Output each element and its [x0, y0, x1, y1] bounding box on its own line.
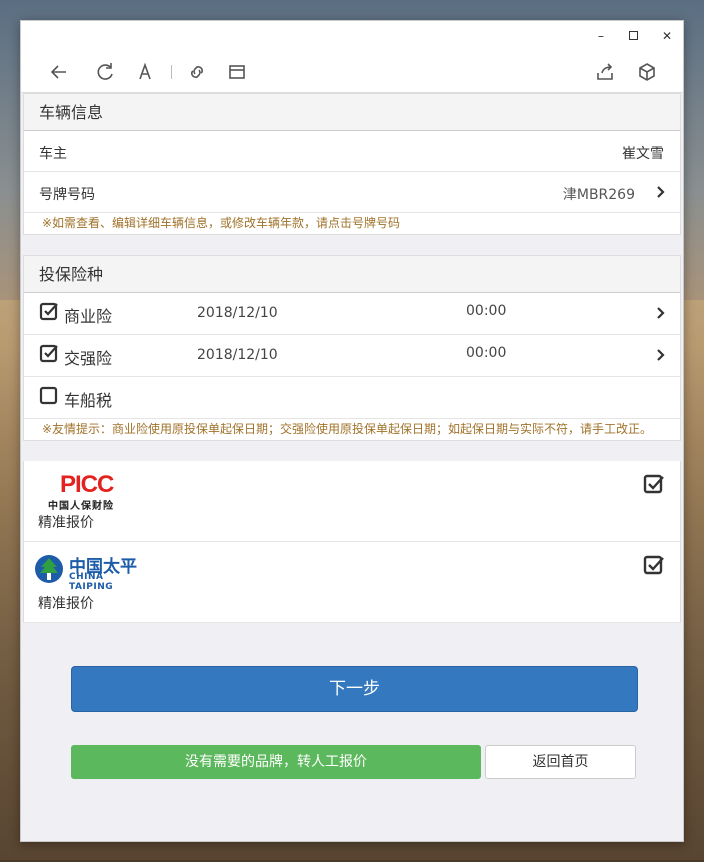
page-content: 车辆信息 车主 崔文雪 号牌号码 津MBR269 ※如需查看、编辑详细车辆信息，…	[23, 93, 681, 841]
company-row-picc[interactable]: PICC 中国人保财险 精准报价	[23, 461, 681, 542]
plate-value[interactable]: 津MBR269	[563, 184, 635, 204]
plate-row[interactable]: 号牌号码 津MBR269	[23, 172, 681, 213]
insurance-name: 商业险	[64, 307, 113, 326]
quote-type-label: 精准报价	[38, 596, 94, 612]
maximize-icon	[628, 31, 638, 40]
minimize-button[interactable]: –	[591, 26, 611, 46]
checkbox-unchecked-icon[interactable]	[39, 385, 59, 405]
insurance-name: 车船税	[64, 391, 113, 410]
browser-toolbar	[21, 51, 683, 93]
checkbox-checked-icon[interactable]	[643, 473, 665, 495]
vehicle-hint: ※如需查看、编辑详细车辆信息，或修改车辆年款，请点击号牌号码	[23, 213, 681, 235]
company-row-taiping[interactable]: 中国太平 CHINA TAIPING 精准报价	[23, 542, 681, 623]
window-icon[interactable]	[225, 60, 249, 84]
owner-value: 崔文雪	[622, 146, 664, 162]
refresh-icon[interactable]	[93, 60, 117, 84]
share-icon[interactable]	[593, 60, 617, 84]
start-date[interactable]: 2018/12/10	[197, 347, 278, 363]
start-time[interactable]: 00:00	[466, 345, 506, 361]
start-time[interactable]: 00:00	[466, 303, 506, 319]
china-taiping-logo: 中国太平 CHINA TAIPING	[34, 552, 144, 592]
insurance-row-commercial[interactable]: 商业险 2018/12/10 00:00	[23, 293, 681, 335]
insurance-name: 交强险	[64, 349, 113, 368]
vehicle-section-title: 车辆信息	[23, 93, 681, 131]
picc-logo: PICC 中国人保财险	[48, 471, 114, 512]
close-button[interactable]: ✕	[657, 26, 677, 46]
chevron-right-icon[interactable]	[654, 185, 668, 199]
insurance-row-compulsory[interactable]: 交强险 2018/12/10 00:00	[23, 335, 681, 377]
insurance-hint: ※友情提示：商业险使用原投保单起保日期；交强险使用原投保单起保日期；如起保日期与…	[23, 419, 681, 441]
back-icon[interactable]	[47, 60, 71, 84]
chevron-right-icon[interactable]	[654, 348, 668, 362]
manual-quote-button[interactable]: 没有需要的品牌，转人工报价	[71, 745, 481, 779]
checkbox-checked-icon[interactable]	[39, 343, 59, 363]
taiping-emblem-icon	[35, 555, 63, 583]
insurance-row-vessel-tax[interactable]: 车船税	[23, 377, 681, 419]
next-step-button[interactable]: 下一步	[71, 666, 638, 712]
cube-icon[interactable]	[635, 60, 659, 84]
back-home-button[interactable]: 返回首页	[485, 745, 636, 779]
start-date[interactable]: 2018/12/10	[197, 305, 278, 321]
checkbox-checked-icon[interactable]	[643, 554, 665, 576]
app-window: – ✕ 车辆信息 车主 崔文雪 号牌号码 津MBR269 ※如需查看、编辑详细车…	[20, 20, 684, 842]
toolbar-separator	[171, 65, 172, 79]
quote-type-label: 精准报价	[38, 515, 94, 531]
text-size-icon[interactable]	[133, 60, 157, 84]
link-icon[interactable]	[185, 60, 209, 84]
owner-label: 车主	[39, 146, 67, 162]
title-bar: – ✕	[21, 21, 683, 51]
plate-label: 号牌号码	[39, 187, 95, 203]
insurance-section-title: 投保险种	[23, 255, 681, 293]
checkbox-checked-icon[interactable]	[39, 301, 59, 321]
owner-row: 车主 崔文雪	[23, 131, 681, 172]
chevron-right-icon[interactable]	[654, 306, 668, 320]
maximize-button[interactable]	[623, 26, 643, 46]
